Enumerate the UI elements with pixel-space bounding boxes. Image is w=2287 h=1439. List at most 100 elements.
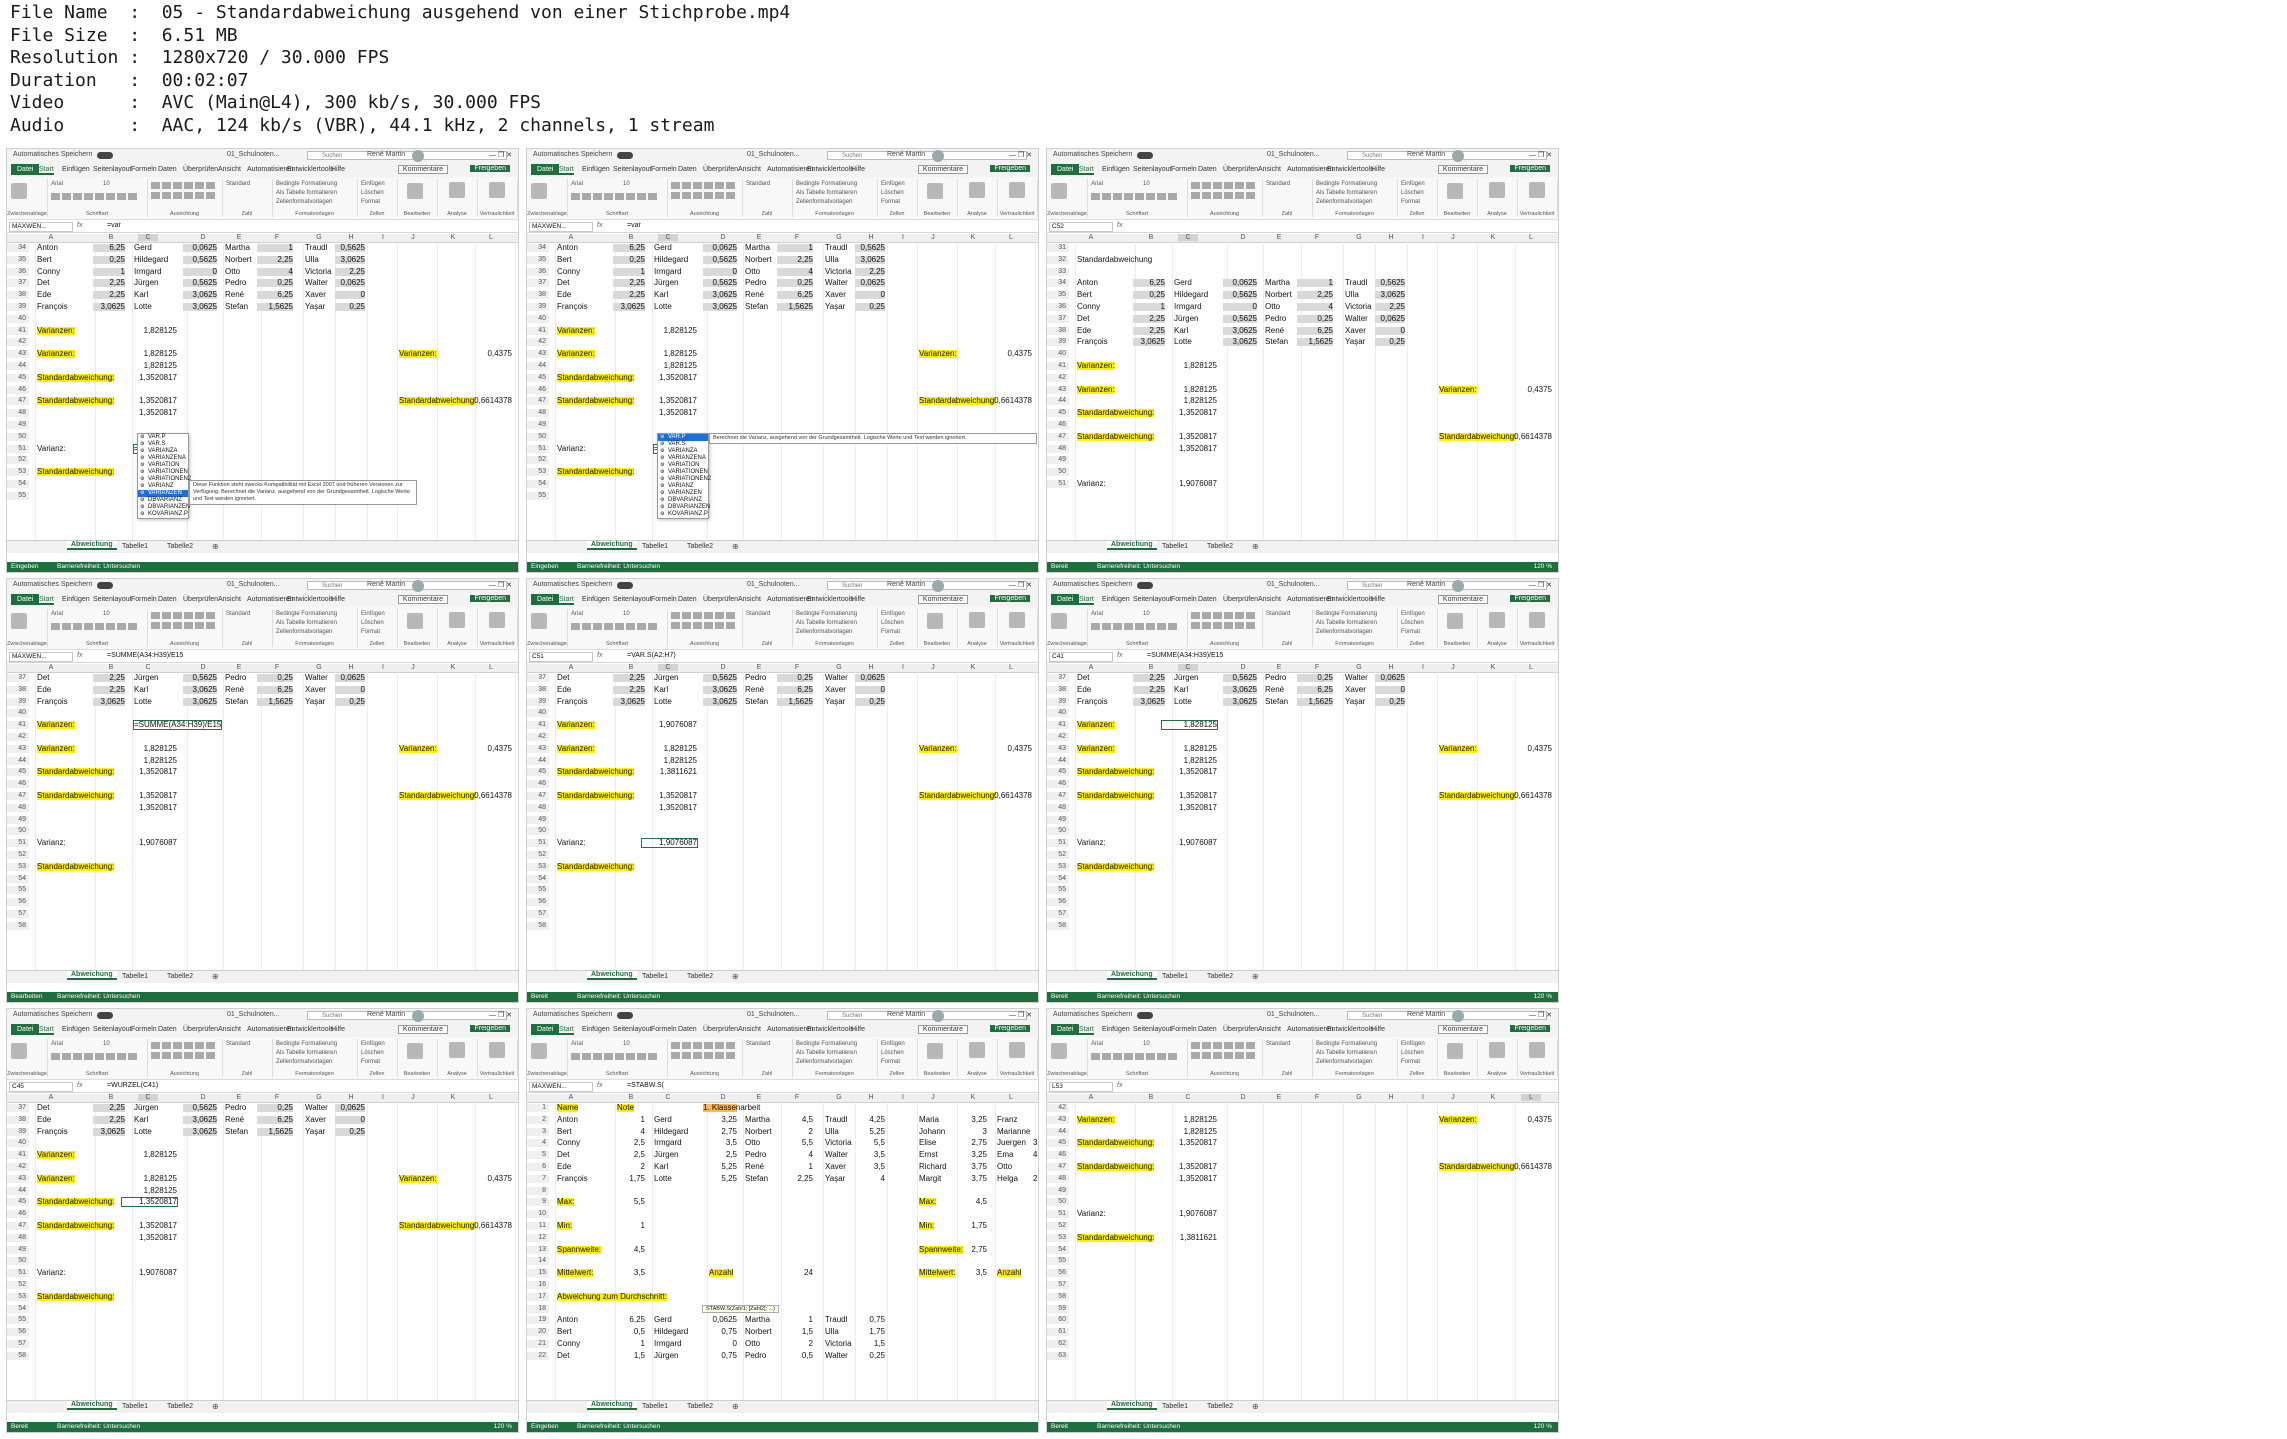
row-header[interactable]: 59 xyxy=(1047,1304,1069,1313)
column-header-b[interactable]: B xyxy=(101,234,121,241)
row-header[interactable]: 42 xyxy=(1047,1104,1069,1112)
cell-j47[interactable]: Standardabweichung: xyxy=(919,397,997,406)
row-header[interactable]: 43 xyxy=(7,744,29,753)
cell-c44[interactable]: 1,828125 xyxy=(642,362,697,370)
cell-d37[interactable]: 0,5625 xyxy=(1223,674,1257,682)
sheet-tab-abweichung[interactable]: Abweichung xyxy=(1107,971,1157,980)
autosave-toggle[interactable] xyxy=(617,582,633,589)
cell-h37[interactable]: 0,0625 xyxy=(855,674,885,682)
cell-g37[interactable]: Walter xyxy=(305,1104,328,1112)
align-icon[interactable] xyxy=(1246,182,1255,189)
align-icon[interactable] xyxy=(715,192,724,199)
cell-a45[interactable]: Standardabweichung: xyxy=(1077,768,1155,777)
cell-l47[interactable]: 0,6614378 xyxy=(472,1222,512,1230)
cell-b21[interactable]: 1 xyxy=(613,1340,645,1348)
cell-a39[interactable]: François xyxy=(1077,697,1108,706)
format-icon[interactable] xyxy=(1091,1053,1100,1060)
column-header-b[interactable]: B xyxy=(621,234,641,241)
cell-c41[interactable]: 1,828125 xyxy=(642,326,697,335)
cell-c47[interactable]: 1,3520817 xyxy=(122,397,177,405)
cell-a13[interactable]: Spannweite: xyxy=(557,1245,602,1254)
format-icon[interactable] xyxy=(626,1053,635,1060)
row-header[interactable]: 56 xyxy=(1047,1269,1069,1278)
cell-d38[interactable]: 3,0625 xyxy=(183,1115,217,1124)
autocomplete-item[interactable]: DBVARIANZ xyxy=(658,497,708,504)
cell-f38[interactable]: 6,25 xyxy=(777,685,813,694)
row-header[interactable]: 46 xyxy=(7,1210,29,1219)
row-header[interactable]: 41 xyxy=(7,721,29,730)
kommentare-button[interactable]: Kommentare xyxy=(1437,595,1488,604)
fx-icon[interactable]: fx xyxy=(597,222,602,229)
align-icon[interactable] xyxy=(162,612,171,619)
cell-a20[interactable]: Bert xyxy=(557,1328,572,1336)
row-header[interactable]: 38 xyxy=(527,291,549,300)
cells-menu-2[interactable]: Format xyxy=(361,1059,380,1065)
tab-daten[interactable]: Daten xyxy=(678,166,697,173)
cell-c39[interactable]: Lotte xyxy=(134,1127,152,1136)
window-controls[interactable]: — ❐ ✕ xyxy=(1009,1011,1032,1019)
cell-k2[interactable]: 3,25 xyxy=(951,1115,987,1124)
font-size-select[interactable]: 10 xyxy=(623,181,630,187)
cells-menu-0[interactable]: Einfügen xyxy=(881,181,905,187)
row-header[interactable]: 38 xyxy=(527,685,549,694)
row-header[interactable]: 44 xyxy=(1047,756,1069,765)
row-header[interactable]: 51 xyxy=(7,444,29,453)
tab-überprüfen[interactable]: Überprüfen xyxy=(183,1026,218,1033)
tab-daten[interactable]: Daten xyxy=(1198,596,1217,603)
cell-d39[interactable]: 3,0625 xyxy=(183,697,217,706)
column-header-a[interactable]: A xyxy=(1081,234,1101,241)
cell-h37[interactable]: 0,0625 xyxy=(1375,314,1405,323)
cell-h38[interactable]: 0 xyxy=(335,685,365,694)
cell-h35[interactable]: 3,0625 xyxy=(1375,291,1405,300)
cell-f15[interactable]: 24 xyxy=(777,1269,813,1277)
cell-c43[interactable]: 1,828125 xyxy=(122,1174,177,1183)
tab-formeln[interactable]: Formeln xyxy=(1171,596,1197,603)
row-header[interactable]: 36 xyxy=(527,267,549,276)
cells-menu-2[interactable]: Format xyxy=(361,199,380,205)
cell-b4[interactable]: 2,5 xyxy=(613,1139,645,1147)
tab-datei[interactable]: Datei xyxy=(11,1024,40,1035)
autocomplete-item[interactable]: VARIANZA xyxy=(138,448,188,455)
column-header-j[interactable]: J xyxy=(403,234,423,241)
cell-g35[interactable]: Ulla xyxy=(1345,291,1359,299)
column-header-c[interactable]: C xyxy=(138,234,158,241)
cell-c44[interactable]: 1,828125 xyxy=(1162,756,1217,765)
cells-menu-1[interactable]: Löschen xyxy=(1401,190,1424,196)
row-header[interactable]: 48 xyxy=(7,1233,29,1242)
row-header[interactable]: 45 xyxy=(7,373,29,382)
autocomplete-item[interactable]: VARIANZENA xyxy=(658,455,708,462)
column-header-j[interactable]: J xyxy=(403,1094,423,1101)
style-menu-2[interactable]: Zellenformatvorlagen xyxy=(796,1059,852,1065)
align-icon[interactable] xyxy=(1213,1052,1222,1059)
cell-c45[interactable]: 1,3520817 xyxy=(1162,1139,1217,1147)
autocomplete-item[interactable]: VARIATION xyxy=(658,462,708,469)
font-size-select[interactable]: 10 xyxy=(103,1041,110,1047)
column-header-h[interactable]: H xyxy=(341,1094,361,1101)
formula-input[interactable]: =STABW.S( xyxy=(627,1082,664,1089)
cell-c47[interactable]: 1,3520817 xyxy=(122,1222,177,1230)
font-size-select[interactable]: 10 xyxy=(1143,611,1150,617)
column-header-e[interactable]: E xyxy=(1269,234,1289,241)
tab-überprüfen[interactable]: Überprüfen xyxy=(1223,1026,1258,1033)
cell-l43[interactable]: 0,4375 xyxy=(1512,1115,1552,1124)
sheet-tab-tabelle1[interactable]: Tabelle1 xyxy=(1162,543,1188,550)
format-icon[interactable] xyxy=(117,623,126,630)
cell-b34[interactable]: 6,25 xyxy=(93,244,125,252)
format-icon[interactable] xyxy=(1157,1053,1166,1060)
column-header-a[interactable]: A xyxy=(41,234,61,241)
cell-a37[interactable]: Det xyxy=(557,674,569,682)
cell-j43[interactable]: Varianzen: xyxy=(1439,1115,1477,1124)
cell-j43[interactable]: Varianzen: xyxy=(1439,744,1477,753)
row-header[interactable]: 47 xyxy=(7,792,29,800)
accessibility-status[interactable]: Barrierefreiheit: Untersuchen xyxy=(1097,993,1180,1000)
cell-c20[interactable]: Hildegard xyxy=(654,1328,688,1336)
column-header-k[interactable]: K xyxy=(963,664,983,671)
column-header-d[interactable]: D xyxy=(1233,234,1253,241)
cell-a53[interactable]: Standardabweichung: xyxy=(557,468,635,477)
tab-einfügen[interactable]: Einfügen xyxy=(62,1026,90,1033)
tab-ansicht[interactable]: Ansicht xyxy=(1258,1026,1281,1033)
autosave-toggle[interactable] xyxy=(617,1012,633,1019)
row-header[interactable]: 45 xyxy=(1047,1139,1069,1148)
column-header-i[interactable]: I xyxy=(1413,664,1433,671)
sheet-tab-abweichung[interactable]: Abweichung xyxy=(67,971,117,980)
